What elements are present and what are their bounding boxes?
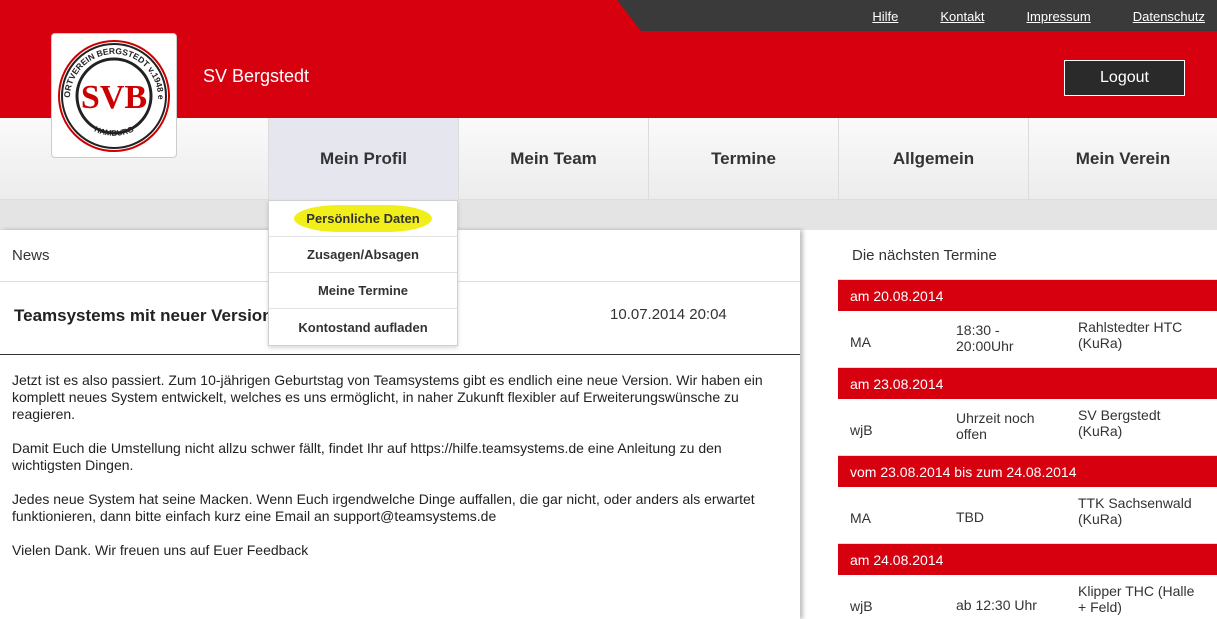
news-paragraph: Jetzt ist es also passiert. Zum 10-jähri… bbox=[12, 372, 763, 422]
termin-time: 18:30 -20:00Uhr bbox=[956, 322, 1014, 354]
termin-opp-line2: + Feld) bbox=[1078, 599, 1122, 615]
termin-time-line2: 20:00Uhr bbox=[956, 338, 1014, 354]
termin-opponent: TTK Sachsenwald (KuRa) bbox=[1078, 495, 1192, 527]
termin-time: TBD bbox=[956, 509, 984, 525]
menu-item-kontostand-aufladen[interactable]: Kontostand aufladen bbox=[269, 309, 457, 345]
news-paragraph: Jedes neue System hat seine Macken. Wenn… bbox=[12, 491, 755, 524]
club-name: SV Bergstedt bbox=[203, 66, 310, 86]
termin-opponent: Rahlstedter HTC (KuRa) bbox=[1078, 319, 1182, 351]
menu-item-meine-termine[interactable]: Meine Termine bbox=[269, 273, 457, 309]
termin-row[interactable]: MA TBD TTK Sachsenwald (KuRa) bbox=[838, 487, 1217, 544]
news-date: 10.07.2014 20:04 bbox=[610, 306, 727, 323]
menu-item-persoenliche-daten[interactable]: Persönliche Daten bbox=[269, 201, 457, 237]
termin-opp-line2: (KuRa) bbox=[1078, 511, 1123, 527]
nav-mein-profil[interactable]: Mein Profil bbox=[268, 118, 458, 200]
termin-time-line2: offen bbox=[956, 426, 987, 442]
nav-mein-verein[interactable]: Mein Verein bbox=[1028, 118, 1217, 200]
profile-dropdown-menu: Persönliche Daten Zusagen/Absagen Meine … bbox=[268, 200, 458, 346]
news-paragraph: Vielen Dank. Wir freuen uns auf Euer Fee… bbox=[12, 542, 309, 558]
nav-allgemein[interactable]: Allgemein bbox=[838, 118, 1028, 200]
termin-row[interactable]: wjB ab 12:30 Uhr Klipper THC (Halle + Fel… bbox=[838, 575, 1217, 619]
news-body: Jetzt ist es also passiert. Zum 10-jähri… bbox=[12, 372, 782, 576]
news-title: Teamsystems mit neuer Version bbox=[14, 306, 272, 325]
menu-item-label: Persönliche Daten bbox=[294, 205, 432, 232]
termin-opponent: SV Bergstedt (KuRa) bbox=[1078, 407, 1161, 439]
top-links-bar: Hilfe Kontakt Impressum Datenschutz bbox=[617, 0, 1217, 31]
menu-item-zusagen-absagen[interactable]: Zusagen/Absagen bbox=[269, 237, 457, 273]
termin-team: wjB bbox=[850, 598, 873, 614]
nav-termine[interactable]: Termine bbox=[648, 118, 838, 200]
termin-row[interactable]: MA 18:30 -20:00Uhr Rahlstedter HTC (KuRa) bbox=[838, 311, 1217, 368]
header-bar: Hilfe Kontakt Impressum Datenschutz SV B… bbox=[0, 0, 1217, 118]
termin-row[interactable]: wjB Uhrzeit noch offen SV Bergstedt (KuRa) bbox=[838, 399, 1217, 456]
termin-opponent: Klipper THC (Halle + Feld) bbox=[1078, 583, 1194, 615]
termin-opp-line1: Klipper THC (Halle bbox=[1078, 583, 1195, 599]
link-hilfe[interactable]: Hilfe bbox=[872, 9, 898, 24]
termin-date-header: am 24.08.2014 bbox=[838, 544, 1217, 575]
termin-team: wjB bbox=[850, 422, 873, 438]
termin-date-header: am 23.08.2014 bbox=[838, 368, 1217, 399]
logo-letters: SVB bbox=[81, 79, 147, 116]
termin-time: ab 12:30 Uhr bbox=[956, 597, 1037, 613]
termin-opp-line2: (KuRa) bbox=[1078, 335, 1123, 351]
news-divider bbox=[0, 354, 800, 355]
link-kontakt[interactable]: Kontakt bbox=[940, 9, 984, 24]
termin-opp-line1: SV Bergstedt bbox=[1078, 407, 1161, 423]
termin-opp-line1: TTK Sachsenwald bbox=[1078, 495, 1192, 511]
logout-button[interactable]: Logout bbox=[1064, 60, 1185, 96]
termin-opp-line1: Rahlstedter HTC bbox=[1078, 319, 1183, 335]
link-datenschutz[interactable]: Datenschutz bbox=[1133, 9, 1205, 24]
svb-logo-icon: SPORTVEREIN BERGSTEDT v.1948 e.V. HAMBUR… bbox=[56, 38, 170, 152]
termin-time-line1: 18:30 - bbox=[956, 322, 1000, 338]
separator-bar bbox=[0, 200, 1217, 230]
termine-header: Die nächsten Termine bbox=[838, 230, 1217, 280]
termin-team: MA bbox=[850, 510, 871, 526]
termin-opp-line2: (KuRa) bbox=[1078, 423, 1123, 439]
termin-date-header: am 20.08.2014 bbox=[838, 280, 1217, 311]
termin-time-line1: Uhrzeit noch bbox=[956, 410, 1035, 426]
news-paragraph: Damit Euch die Umstellung nicht allzu sc… bbox=[12, 440, 722, 473]
link-impressum[interactable]: Impressum bbox=[1026, 9, 1090, 24]
termin-team: MA bbox=[850, 334, 871, 350]
nav-mein-team[interactable]: Mein Team bbox=[458, 118, 648, 200]
termine-panel: Die nächsten Termine am 20.08.2014 MA 18… bbox=[838, 230, 1217, 619]
termin-time: Uhrzeit noch offen bbox=[956, 410, 1035, 442]
main-nav: Mein Profil Mein Team Termine Allgemein … bbox=[0, 118, 1217, 200]
termin-date-header: vom 23.08.2014 bis zum 24.08.2014 bbox=[838, 456, 1217, 487]
club-logo[interactable]: SPORTVEREIN BERGSTEDT v.1948 e.V. HAMBUR… bbox=[51, 33, 177, 158]
